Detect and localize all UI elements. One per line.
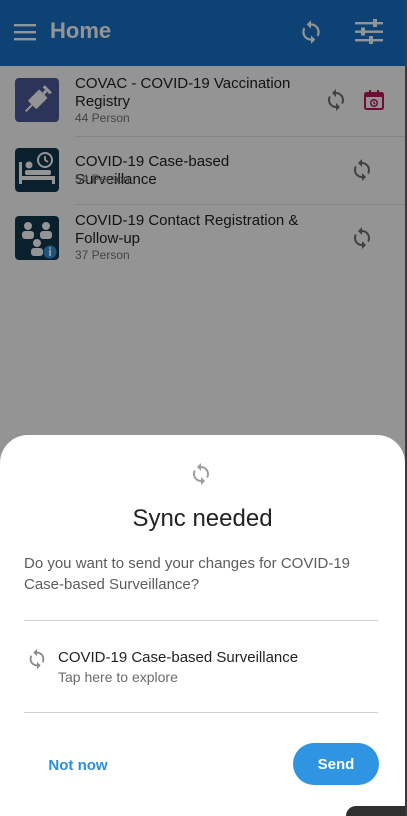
sync-icon — [193, 463, 209, 485]
divider — [24, 712, 378, 713]
not-now-button[interactable]: Not now — [36, 745, 120, 785]
sync-icon — [29, 648, 45, 670]
send-button[interactable]: Send — [293, 743, 379, 785]
sheet-message: Do you want to send your changes for COV… — [24, 555, 351, 593]
sync-item-name: COVID-19 Case-based Surveillance — [58, 649, 299, 666]
divider — [24, 620, 378, 621]
sync-item-hint: Tap here to explore — [58, 669, 178, 685]
gesture-handle — [346, 806, 407, 816]
sync-bottom-sheet: Sync needed Do you want to send your cha… — [0, 435, 405, 816]
sheet-title: Sync needed — [132, 505, 273, 532]
